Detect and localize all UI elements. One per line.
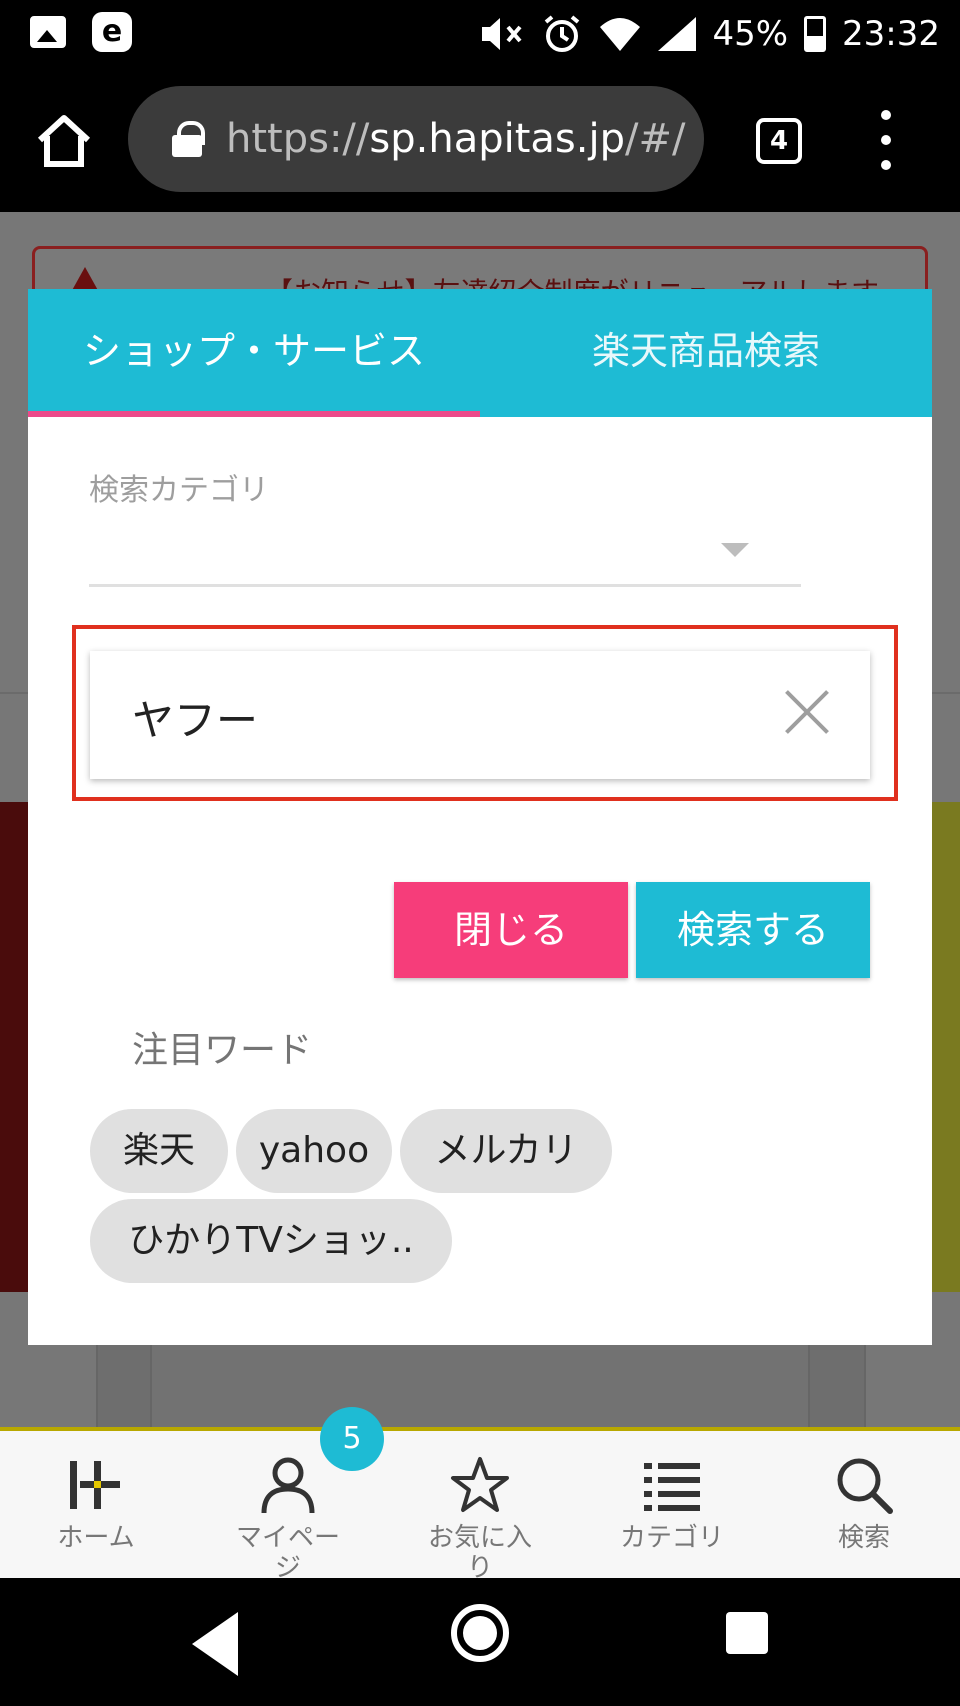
search-icon bbox=[837, 1458, 893, 1514]
modal-tab-bar: ショップ・サービス 楽天商品検索 bbox=[28, 289, 932, 417]
home-plus-icon bbox=[70, 1461, 120, 1509]
url-bar[interactable]: https://sp.hapitas.jp/#/ bbox=[128, 86, 704, 192]
e-app-notification-icon: e bbox=[92, 12, 132, 52]
background-banner-left bbox=[0, 802, 30, 1292]
nav-favorites-label: お気に入り bbox=[427, 1523, 532, 1583]
search-modal: ショップ・サービス 楽天商品検索 検索カテゴリ ヤフー 閉じる 検索する 注目ワ… bbox=[28, 289, 932, 1345]
battery-icon bbox=[804, 16, 827, 52]
mypage-badge: 5 bbox=[320, 1407, 384, 1471]
nav-favorites[interactable]: お気に入り bbox=[384, 1431, 576, 1583]
hot-word-chip[interactable]: メルカリ bbox=[400, 1109, 612, 1193]
search-button[interactable]: 検索する bbox=[636, 882, 870, 978]
lock-icon bbox=[172, 121, 205, 157]
tab-switcher-button[interactable]: 4 bbox=[756, 118, 802, 164]
category-select[interactable] bbox=[89, 521, 801, 587]
battery-percent: 45% bbox=[712, 14, 789, 54]
nav-home[interactable]: ホーム bbox=[0, 1431, 192, 1582]
person-icon bbox=[261, 1457, 315, 1514]
browser-toolbar: https://sp.hapitas.jp/#/ 4 bbox=[0, 68, 960, 212]
hot-word-chip[interactable]: yahoo bbox=[236, 1109, 392, 1193]
background-banner-right bbox=[930, 802, 960, 1292]
url-text: https://sp.hapitas.jp/#/ bbox=[226, 116, 686, 162]
hot-word-chip[interactable]: ひかりTVショッ.. bbox=[90, 1199, 452, 1283]
list-icon bbox=[644, 1463, 700, 1511]
browser-home-icon[interactable] bbox=[34, 110, 94, 170]
active-tab-indicator bbox=[28, 411, 480, 417]
close-button[interactable]: 閉じる bbox=[394, 882, 628, 978]
mute-icon bbox=[482, 18, 522, 50]
bottom-nav: ホーム マイページ お気に入り カテゴリ 検索 bbox=[0, 1427, 960, 1583]
home-circle-icon[interactable] bbox=[451, 1604, 509, 1662]
tab-rakuten-product-search[interactable]: 楽天商品検索 bbox=[480, 289, 932, 417]
hot-word-chip[interactable]: 楽天 bbox=[90, 1109, 228, 1193]
category-label: 検索カテゴリ bbox=[89, 473, 269, 508]
hot-words-title: 注目ワード bbox=[132, 1030, 313, 1071]
back-icon[interactable] bbox=[192, 1612, 238, 1676]
nav-search-label: 検索 bbox=[837, 1523, 890, 1553]
star-icon bbox=[451, 1457, 509, 1512]
nav-home-label: ホーム bbox=[57, 1523, 135, 1553]
recent-apps-icon[interactable] bbox=[726, 1612, 768, 1654]
clear-icon[interactable] bbox=[784, 689, 830, 735]
nav-category-label: カテゴリ bbox=[619, 1523, 724, 1553]
browser-menu-icon[interactable] bbox=[876, 110, 896, 170]
system-nav-bar bbox=[0, 1578, 960, 1706]
image-notification-icon bbox=[30, 16, 66, 48]
status-bar: e 45% 23:32 bbox=[0, 0, 960, 68]
search-input-value: ヤフー bbox=[132, 696, 259, 745]
nav-search[interactable]: 検索 bbox=[768, 1431, 960, 1582]
alarm-icon bbox=[545, 15, 580, 52]
signal-icon bbox=[658, 17, 697, 51]
clock: 23:32 bbox=[842, 14, 940, 54]
tab-shop-service[interactable]: ショップ・サービス bbox=[28, 289, 480, 417]
nav-category[interactable]: カテゴリ bbox=[576, 1431, 768, 1582]
search-input[interactable]: ヤフー bbox=[90, 651, 870, 779]
wifi-icon bbox=[600, 18, 641, 51]
dropdown-arrow-icon bbox=[721, 543, 749, 557]
nav-mypage-label: マイページ bbox=[235, 1523, 340, 1583]
